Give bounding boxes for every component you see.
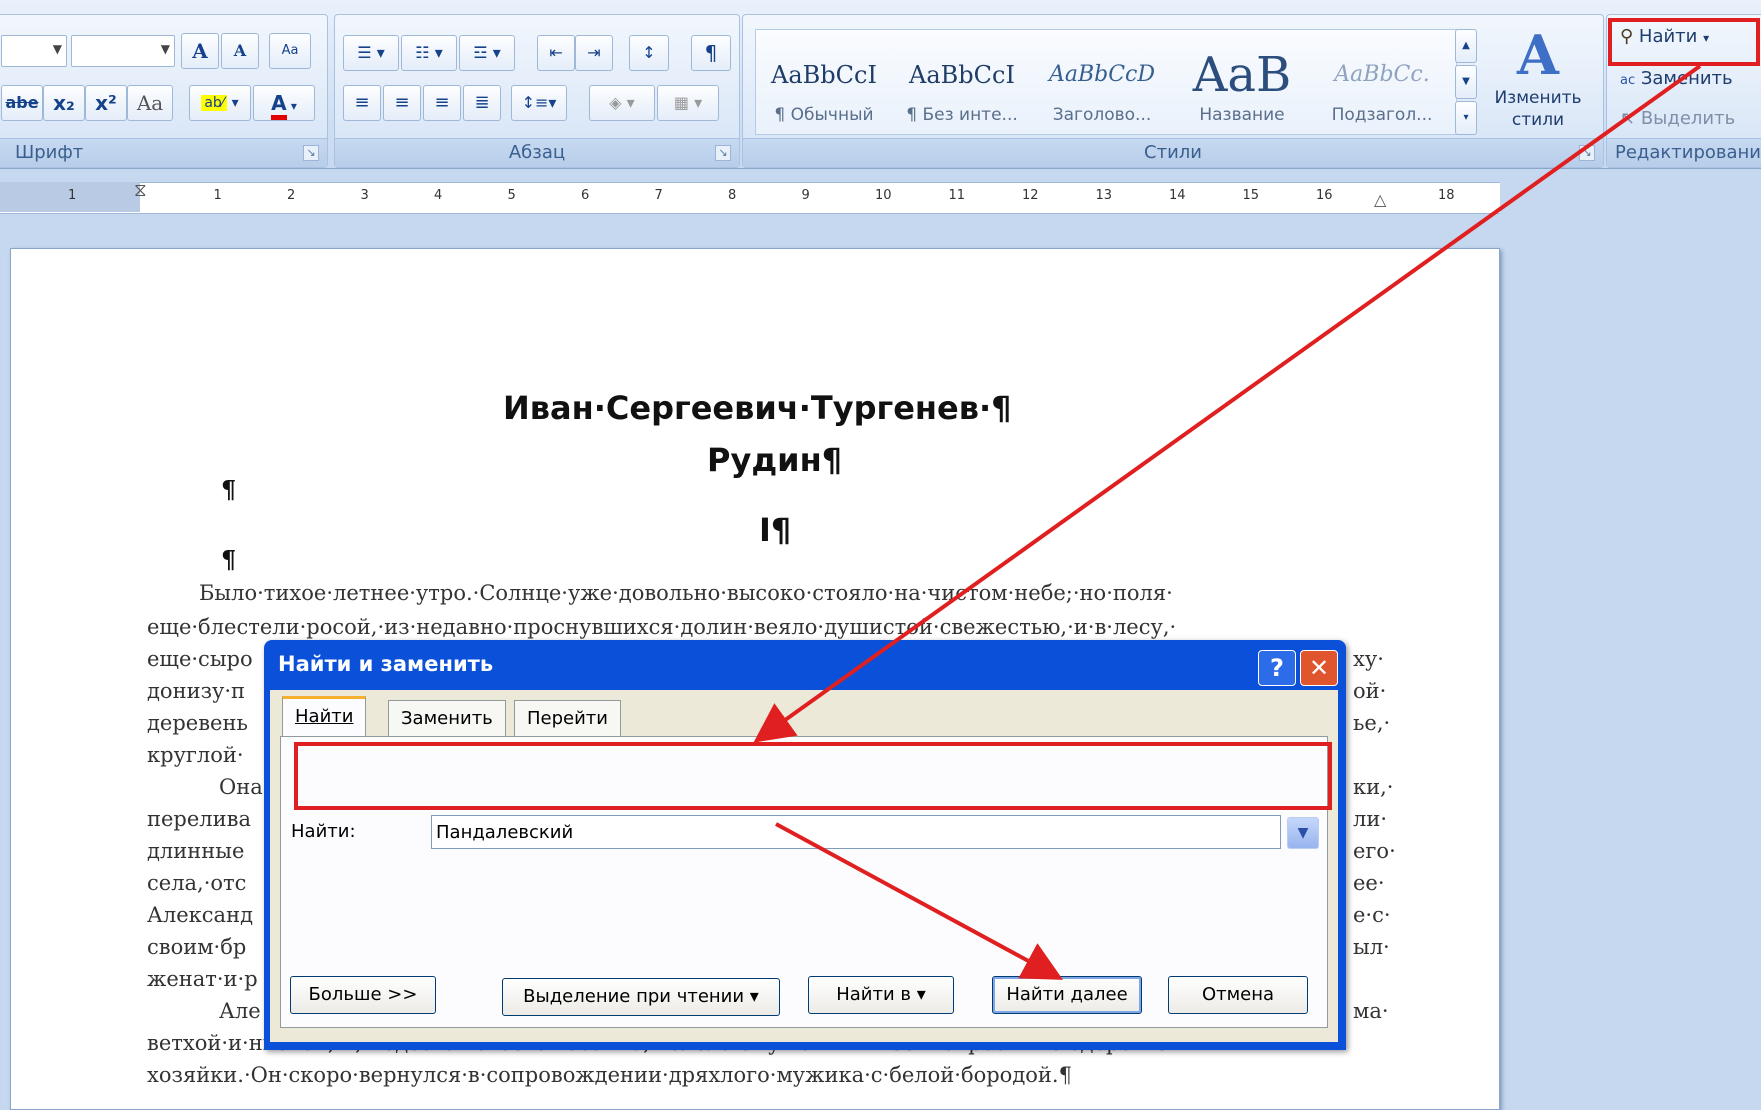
arrow-to-find-field	[753, 64, 1702, 743]
annotation-arrows	[753, 64, 1702, 980]
arrow-to-find-next	[775, 822, 1064, 980]
